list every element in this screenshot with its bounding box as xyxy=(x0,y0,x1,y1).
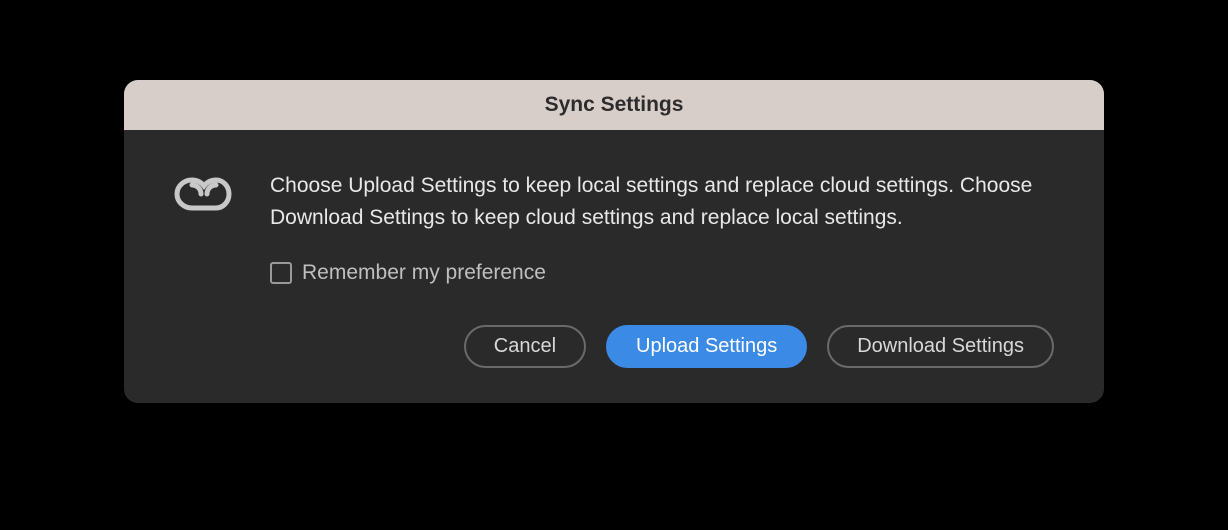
dialog-description: Choose Upload Settings to keep local set… xyxy=(270,170,1054,233)
remember-preference-label[interactable]: Remember my preference xyxy=(302,261,546,285)
cancel-button[interactable]: Cancel xyxy=(464,325,586,368)
dialog-titlebar: Sync Settings xyxy=(124,80,1104,130)
button-row: Cancel Upload Settings Download Settings xyxy=(270,325,1054,368)
upload-settings-button[interactable]: Upload Settings xyxy=(606,325,807,368)
sync-settings-dialog: Sync Settings Choose Upload Settings to … xyxy=(124,80,1104,403)
dialog-title: Sync Settings xyxy=(545,93,684,116)
creative-cloud-icon xyxy=(174,174,232,214)
remember-preference-checkbox[interactable] xyxy=(270,262,292,284)
dialog-content: Choose Upload Settings to keep local set… xyxy=(124,130,1104,403)
download-settings-button[interactable]: Download Settings xyxy=(827,325,1054,368)
icon-area xyxy=(174,170,232,219)
dialog-body: Choose Upload Settings to keep local set… xyxy=(270,170,1054,368)
remember-preference-row: Remember my preference xyxy=(270,261,1054,285)
